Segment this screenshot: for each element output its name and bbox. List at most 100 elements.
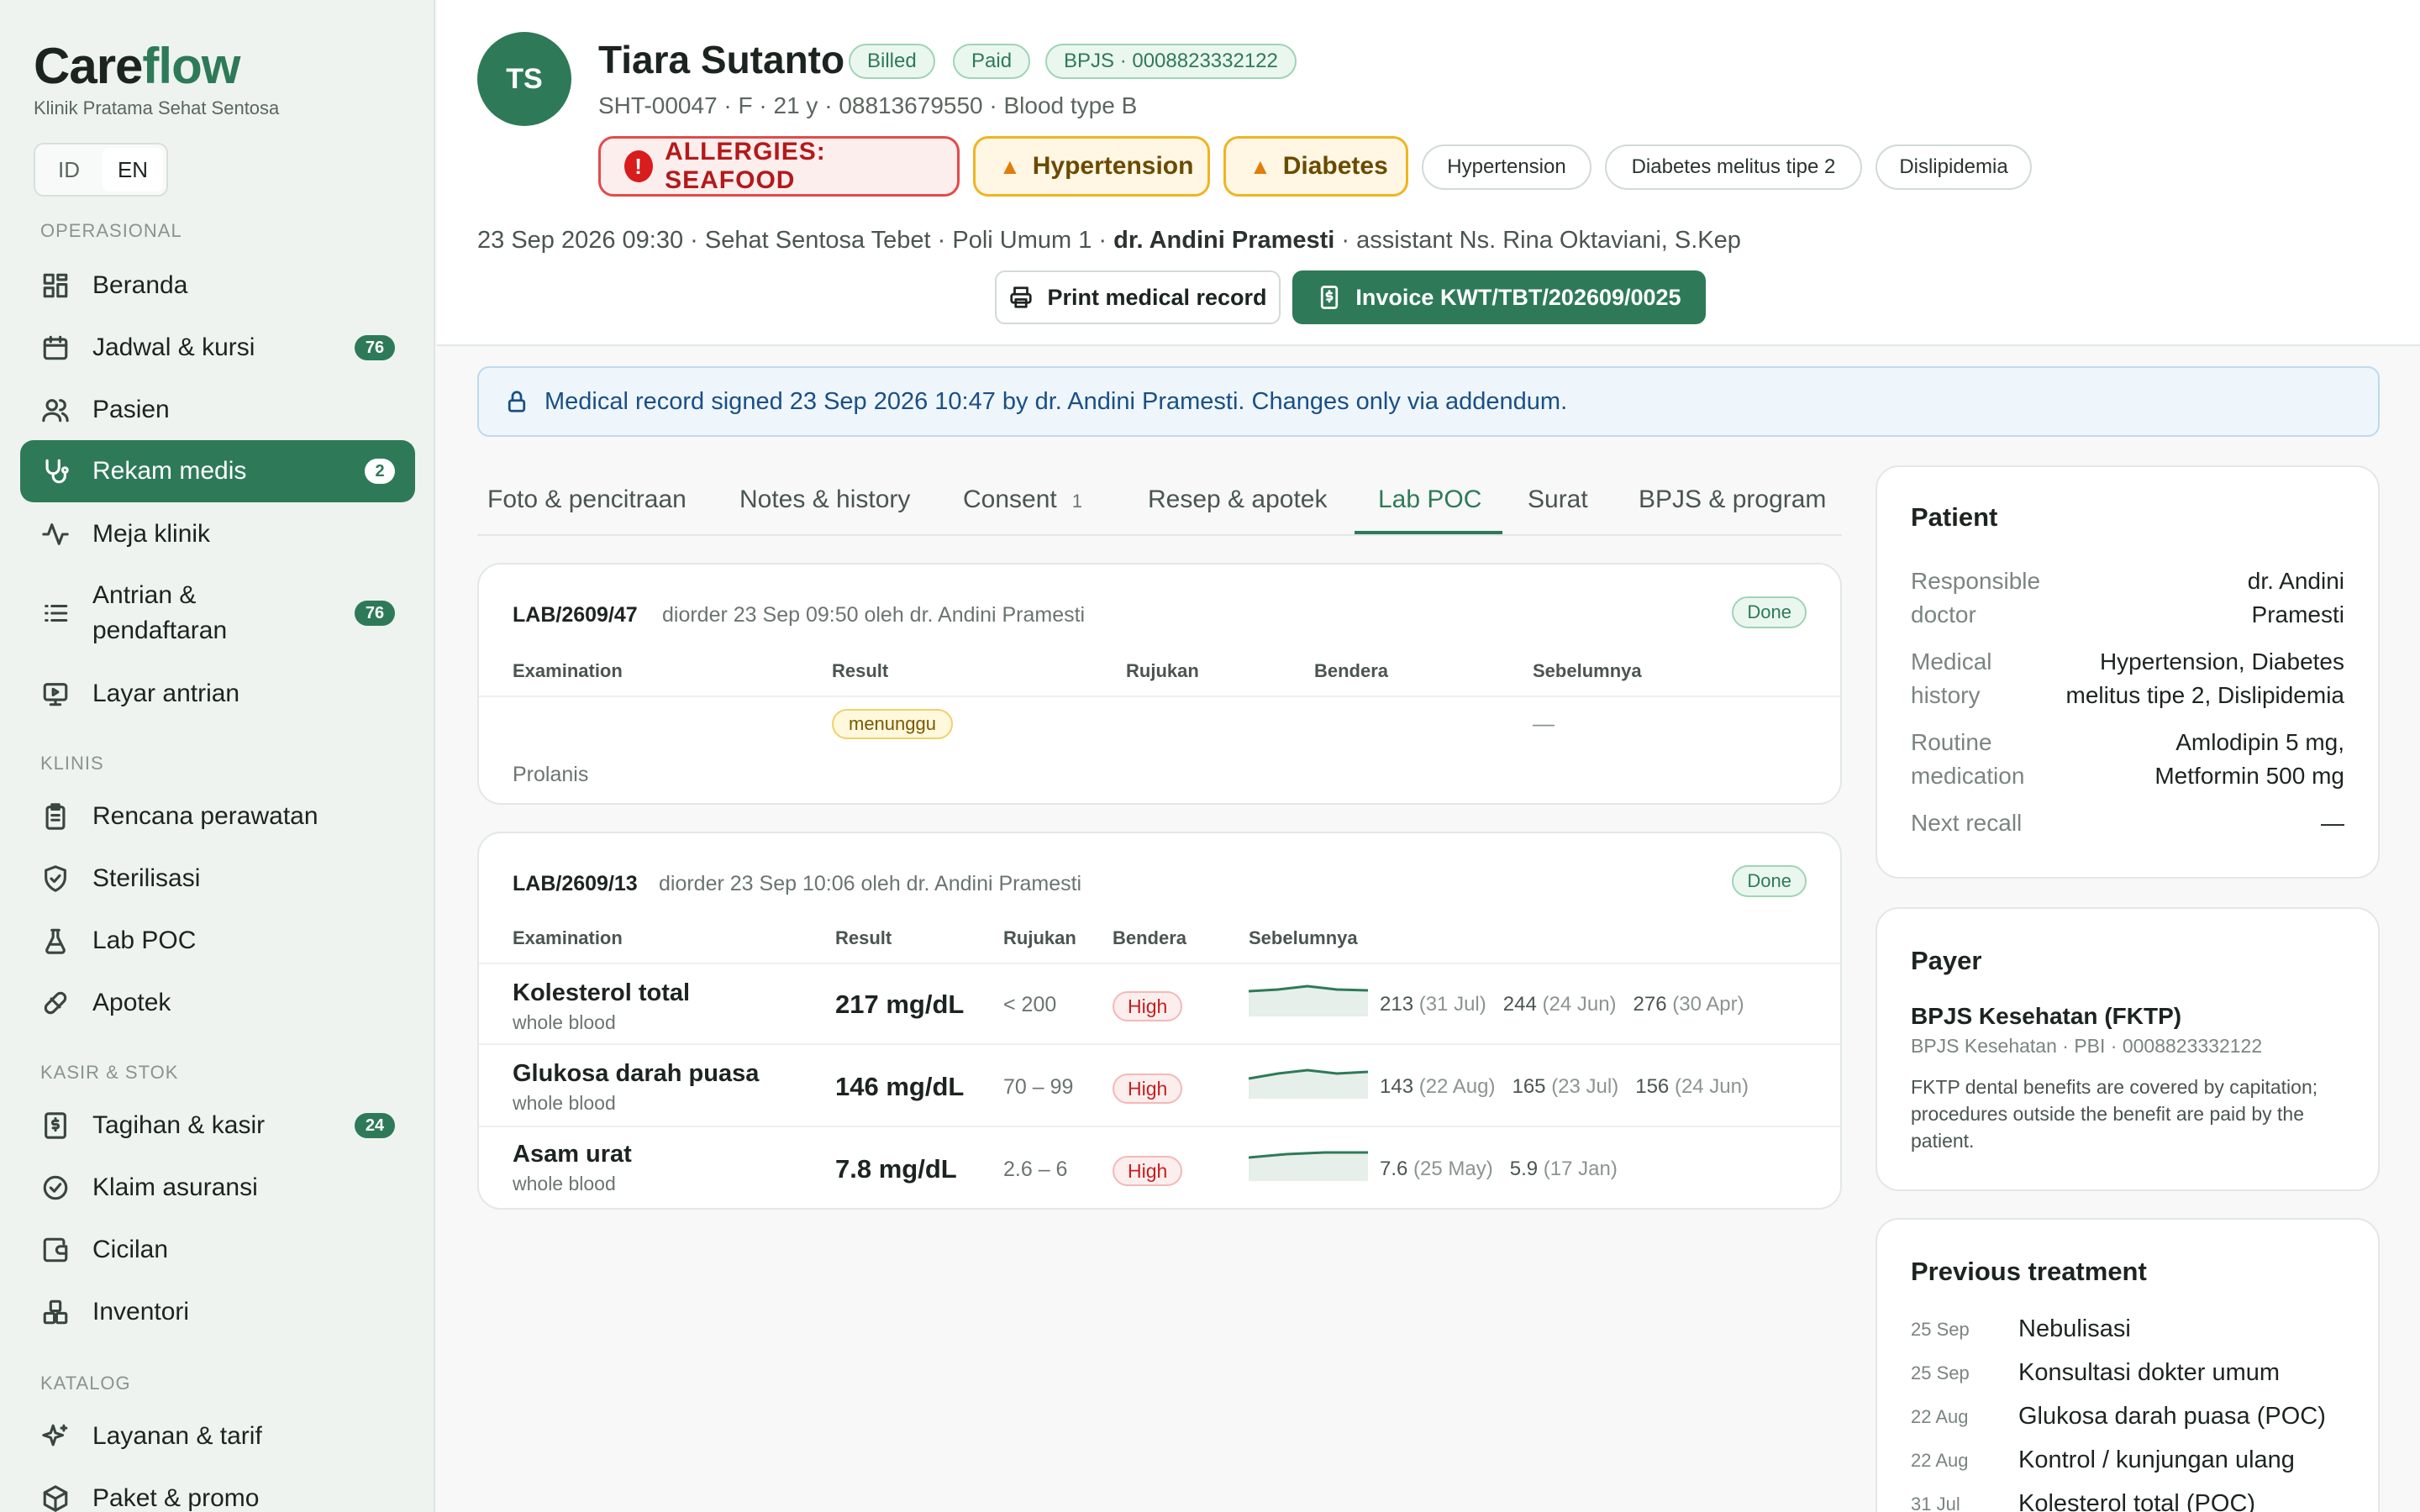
payer-panel: Payer BPJS Kesehatan (FKTP) BPJS Kesehat…: [1876, 907, 2380, 1191]
shield-check-icon: [40, 864, 71, 894]
lab-note: Prolanis: [513, 763, 589, 786]
treatment-name[interactable]: Glukosa darah puasa (POC): [2018, 1403, 2326, 1431]
patient-panel: Patient Responsible doctor dr. Andini Pram…: [1876, 465, 2380, 879]
sidebar-item-pasien[interactable]: Pasien: [20, 386, 415, 433]
result-value: 146 mg/dL: [835, 1072, 965, 1101]
active-tab-indicator: [1355, 531, 1502, 534]
flag-high-badge: High: [1113, 1074, 1183, 1104]
condition-chip: Dislipidemia: [1876, 144, 2032, 190]
sidebar-item-rekam-medis[interactable]: Rekam medis 2: [20, 440, 415, 502]
treatment-date: 22 Aug: [1911, 1406, 1969, 1427]
treatment-name[interactable]: Kolesterol total (POC): [2018, 1490, 2255, 1512]
sidebar-item-cicilan[interactable]: Cicilan: [20, 1226, 415, 1273]
clipboard-icon: [40, 801, 71, 832]
lang-en-option[interactable]: EN: [103, 148, 163, 192]
boxes-icon: [40, 1297, 71, 1327]
status-badge-billed: Billed: [849, 44, 935, 79]
receipt-icon: [40, 1110, 71, 1141]
tab-bpjs[interactable]: BPJS & program: [1639, 486, 1826, 514]
lab-order-id[interactable]: LAB/2609/47: [513, 603, 638, 627]
pill-icon: [40, 988, 71, 1018]
previous-results: 213 (31 Jul) 244 (24 Jun) 276 (30 Apr): [1380, 993, 1744, 1016]
payer-name: BPJS Kesehatan (FKTP): [1911, 1003, 2182, 1029]
col-bendera: Bendera: [1113, 927, 1187, 948]
sidebar-item-meja-klinik[interactable]: Meja klinik: [20, 511, 415, 558]
count-badge: 2: [365, 459, 395, 484]
payer-detail: BPJS Kesehatan · PBI · 0008823332122: [1911, 1035, 2263, 1057]
treatment-name[interactable]: Nebulisasi: [2018, 1315, 2131, 1343]
previous-results: 143 (22 Aug) 165 (23 Jul) 156 (24 Jun): [1380, 1075, 1749, 1098]
receipt-icon: [1321, 286, 1339, 309]
tab-surat[interactable]: Surat: [1528, 486, 1588, 514]
section-katalog: KATALOG: [40, 1373, 131, 1394]
hypertension-alert[interactable]: ▲ Hypertension: [973, 136, 1210, 197]
allergy-alert[interactable]: ! ALLERGIES: SEAFOOD: [598, 136, 960, 197]
tab-lab-poc[interactable]: Lab POC: [1378, 486, 1481, 514]
print-record-button[interactable]: Print medical record: [995, 270, 1281, 324]
sidebar-item-jadwal[interactable]: Jadwal & kursi 76: [20, 324, 415, 371]
col-result: Result: [835, 927, 892, 948]
sidebar-item-paket[interactable]: Paket & promo: [20, 1475, 415, 1512]
count-badge: 76: [355, 335, 395, 360]
doctor-label: Responsible doctor: [1911, 568, 2041, 627]
col-sebelumnya: Sebelumnya: [1249, 927, 1358, 948]
calendar-icon: [40, 333, 71, 363]
language-switcher: ID EN: [34, 143, 168, 197]
package-icon: [40, 1483, 71, 1512]
alert-icon: !: [624, 150, 654, 182]
medication-label: Routine medication: [1911, 729, 2025, 789]
result-value: 217 mg/dL: [835, 990, 965, 1019]
tab-resep[interactable]: Resep & apotek: [1148, 486, 1327, 514]
lang-id-option[interactable]: ID: [39, 148, 99, 192]
section-klinis: KLINIS: [40, 753, 104, 774]
sidebar-item-rencana[interactable]: Rencana perawatan: [20, 793, 415, 840]
recall-value: —: [2321, 810, 2344, 836]
dashboard-icon: [40, 270, 71, 301]
count-badge: 76: [355, 601, 395, 626]
panel-title: Patient: [1911, 502, 1998, 532]
brand-logo[interactable]: Careflow: [34, 37, 240, 95]
col-sebelumnya: Sebelumnya: [1533, 660, 1642, 681]
sidebar-item-lab-poc[interactable]: Lab POC: [20, 917, 415, 964]
sidebar-item-tagihan[interactable]: Tagihan & kasir 24: [20, 1102, 415, 1149]
panel-title: Payer: [1911, 946, 1982, 975]
sidebar-item-inventori[interactable]: Inventori: [20, 1289, 415, 1336]
treatment-date: 25 Sep: [1911, 1362, 1970, 1383]
treatment-date: 22 Aug: [1911, 1450, 1969, 1471]
tab-consent[interactable]: Consent 1: [963, 486, 1082, 514]
sidebar-item-apotek[interactable]: Apotek: [20, 979, 415, 1026]
treatment-date: 31 Jul: [1911, 1494, 1960, 1512]
sidebar-item-klaim[interactable]: Klaim asuransi: [20, 1164, 415, 1211]
section-kasir: KASIR & STOK: [40, 1062, 179, 1083]
clinic-name: Klinik Pratama Sehat Sentosa: [34, 97, 280, 118]
tab-notes[interactable]: Notes & history: [739, 486, 910, 514]
diabetes-alert[interactable]: ▲ Diabetes: [1223, 136, 1408, 197]
sidebar-item-layar-antrian[interactable]: Layar antrian: [20, 670, 415, 717]
sidebar-item-sterilisasi[interactable]: Sterilisasi: [20, 855, 415, 902]
result-value: 7.8 mg/dL: [835, 1154, 957, 1184]
lab-order-meta: diorder 23 Sep 10:06 oleh dr. Andini Pra…: [659, 872, 1082, 895]
activity-icon: [40, 519, 71, 549]
sidebar-item-layanan[interactable]: Layanan & tarif: [20, 1413, 415, 1460]
avatar: TS: [477, 32, 571, 126]
count-badge: 24: [355, 1113, 395, 1138]
flag-high-badge: High: [1113, 991, 1183, 1021]
lab-order-id[interactable]: LAB/2609/13: [513, 872, 638, 896]
previous-treatment-panel: Previous treatment 25 Sep Nebulisasi 25 …: [1876, 1218, 2380, 1512]
status-badge-paid: Paid: [953, 44, 1031, 79]
sidebar-item-antrian[interactable]: Antrian & pendaftaran 76: [20, 576, 415, 650]
status-badge: Done: [1732, 865, 1807, 897]
warning-icon: ▲: [1249, 153, 1271, 179]
check-circle-icon: [40, 1173, 71, 1203]
tab-foto[interactable]: Foto & pencitraan: [487, 486, 687, 514]
treatment-name[interactable]: Kontrol / kunjungan ulang: [2018, 1446, 2295, 1474]
doctor-value: dr. Andini Pramesti: [2247, 568, 2344, 627]
condition-chip: Diabetes melitus tipe 2: [1605, 144, 1862, 190]
history-value: Hypertension, Diabetes melitus tipe 2, Di…: [2065, 648, 2344, 708]
recall-label: Next recall: [1911, 810, 2023, 836]
sidebar-item-beranda[interactable]: Beranda: [20, 262, 415, 309]
col-rujukan: Rujukan: [1003, 927, 1076, 948]
exam-name: Asam urat: [513, 1141, 632, 1168]
invoice-button[interactable]: Invoice KWT/TBT/202609/0025: [1292, 270, 1706, 324]
treatment-name[interactable]: Konsultasi dokter umum: [2018, 1359, 2280, 1387]
